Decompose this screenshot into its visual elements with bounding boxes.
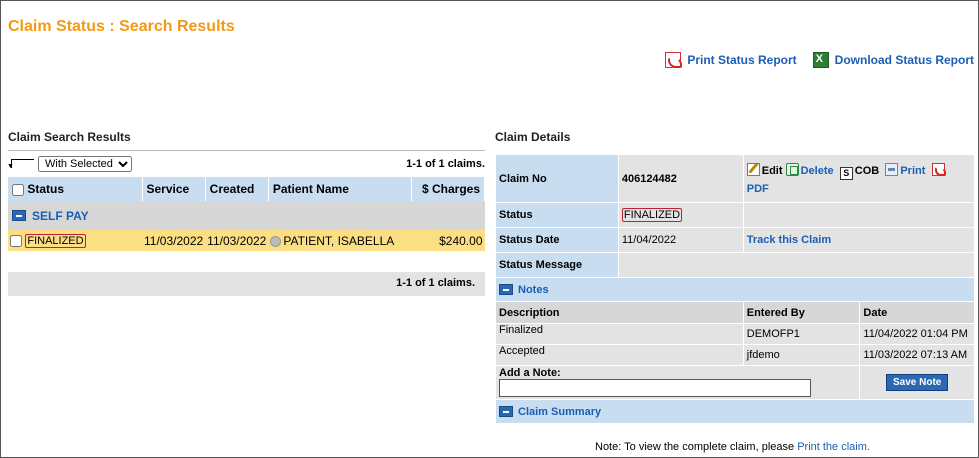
footer-note-text: Note: To view the complete claim, please [595, 441, 795, 453]
cob-action[interactable]: S COB [839, 165, 879, 180]
add-note-row: Add a Note: Save Note [494, 365, 975, 400]
notes-bar: Notes [495, 277, 975, 302]
cob-icon: S [839, 166, 853, 180]
group-self-pay[interactable]: SELF PAY [12, 209, 481, 223]
status-message-label: Status Message [495, 252, 619, 278]
note-date: 11/04/2022 01:04 PM [859, 323, 975, 345]
table-row[interactable]: FINALIZED 11/03/2022 11/03/2022 PATIENT,… [8, 230, 485, 251]
with-selected-dropdown[interactable]: With Selected [38, 156, 132, 172]
track-claim-link[interactable]: Track this Claim [747, 234, 831, 246]
column-status-label: Status [27, 182, 65, 196]
results-header-row: Status Service Created Patient Name $ Ch… [8, 177, 486, 201]
status-date-label: Status Date [495, 227, 619, 253]
patient-name: PATIENT, ISABELLA [283, 233, 395, 248]
notes-collapse-icon[interactable] [499, 284, 513, 295]
results-footer-bar: 1-1 of 1 claims. [8, 272, 485, 296]
cell-created: 11/03/2022 [205, 230, 269, 251]
cell-patient: PATIENT, ISABELLA [268, 230, 412, 251]
add-note-label: Add a Note: [499, 367, 561, 379]
track-claim-cell: Track this Claim [742, 227, 976, 253]
edit-icon [746, 162, 760, 176]
claim-summary-collapse-icon[interactable] [499, 406, 513, 417]
notes-label: Notes [518, 283, 549, 296]
cell-service: 11/03/2022 [142, 230, 206, 251]
claim-details-table: Claim No 406124482 Edit Delete S COB Prin… [494, 154, 976, 424]
claim-details-panel: Claim Details Claim No 406124482 Edit De… [494, 130, 976, 424]
status-value-cell: FINALIZED [617, 202, 744, 228]
claim-no-label: Claim No [495, 154, 619, 203]
footer-note: Note: To view the complete claim, please… [595, 441, 870, 453]
status-row: Status FINALIZED [495, 202, 976, 228]
group-label: SELF PAY [32, 208, 89, 223]
claim-actions: Edit Delete S COB Print PDF [742, 154, 976, 203]
notes-toggle[interactable]: Notes [499, 284, 971, 296]
claim-summary-toggle[interactable]: Claim Summary [499, 406, 971, 418]
notes-col-date: Date [859, 301, 975, 324]
status-message-value [617, 252, 976, 278]
claim-search-results-panel: Claim Search Results With Selected 1-1 o… [7, 130, 486, 296]
bulk-action-row: With Selected 1-1 of 1 claims. [7, 151, 485, 177]
download-status-report-label: Download Status Report [834, 53, 974, 67]
status-message-row: Status Message [495, 252, 976, 278]
select-all-checkbox[interactable] [12, 183, 24, 196]
note-entered-by: jfdemo [742, 344, 861, 366]
excel-icon [812, 52, 829, 68]
print-status-report-label: Print Status Report [687, 53, 797, 67]
column-status[interactable]: Status [8, 177, 143, 201]
column-charges[interactable]: $ Charges [411, 177, 486, 201]
claim-summary-bar: Claim Summary [495, 399, 975, 424]
delete-action[interactable]: Delete [785, 162, 834, 177]
result-count-top: 1-1 of 1 claims. [406, 158, 485, 170]
notes-col-entered-by: Entered By [742, 301, 861, 324]
pdf-small-icon[interactable] [931, 162, 946, 176]
notes-col-description: Description [495, 301, 744, 324]
claim-no-value: 406124482 [617, 154, 744, 203]
delete-icon [785, 162, 799, 176]
row-checkbox[interactable] [10, 234, 22, 247]
report-links: Print Status Report Download Status Repo… [665, 52, 974, 68]
printer-icon [885, 162, 899, 176]
column-created[interactable]: Created [205, 177, 269, 201]
note-entered-by: DEMOFP1 [742, 323, 861, 345]
result-count-bottom: 1-1 of 1 claims. [396, 277, 475, 289]
collapse-icon[interactable] [12, 210, 26, 221]
print-action[interactable]: Print [885, 162, 925, 177]
column-service[interactable]: Service [142, 177, 206, 201]
column-patient-name[interactable]: Patient Name [268, 177, 412, 201]
print-claim-link[interactable]: Print the claim. [797, 441, 870, 453]
results-table: Status Service Created Patient Name $ Ch… [8, 177, 486, 251]
claim-summary-label: Claim Summary [518, 405, 602, 418]
add-note-input[interactable] [499, 379, 811, 397]
note-date: 11/03/2022 07:13 AM [859, 344, 975, 366]
pdf-icon [665, 52, 683, 68]
select-arrow-icon [7, 156, 34, 172]
status-badge: FINALIZED [25, 234, 86, 248]
note-description: Finalized [495, 323, 744, 345]
save-note-button[interactable]: Save Note [886, 374, 949, 391]
claim-no-row: Claim No 406124482 Edit Delete S COB Prin… [495, 154, 976, 203]
notes-header-row: Description Entered By Date [495, 301, 975, 324]
claim-details-title: Claim Details [495, 130, 571, 144]
detail-status-badge: FINALIZED [621, 208, 683, 222]
status-date-value: 11/04/2022 [617, 227, 744, 253]
status-label: Status [495, 202, 619, 228]
edit-action[interactable]: Edit [746, 162, 783, 177]
patient-status-dot-icon [270, 235, 282, 247]
note-row: Accepted jfdemo 11/03/2022 07:13 AM [495, 344, 975, 366]
note-row: Finalized DEMOFP1 11/04/2022 01:04 PM [495, 323, 975, 345]
status-date-row: Status Date 11/04/2022 Track this Claim [495, 227, 976, 253]
page-title: Claim Status : Search Results [8, 18, 235, 35]
status-extra [742, 202, 976, 228]
group-row: SELF PAY [8, 201, 485, 230]
claim-search-results-title: Claim Search Results [8, 130, 485, 151]
download-status-report-link[interactable]: Download Status Report [812, 52, 974, 68]
pdf-action[interactable]: PDF [747, 183, 769, 195]
cell-charges: $240.00 [411, 230, 485, 251]
note-description: Accepted [495, 344, 744, 366]
print-status-report-link[interactable]: Print Status Report [665, 52, 797, 68]
